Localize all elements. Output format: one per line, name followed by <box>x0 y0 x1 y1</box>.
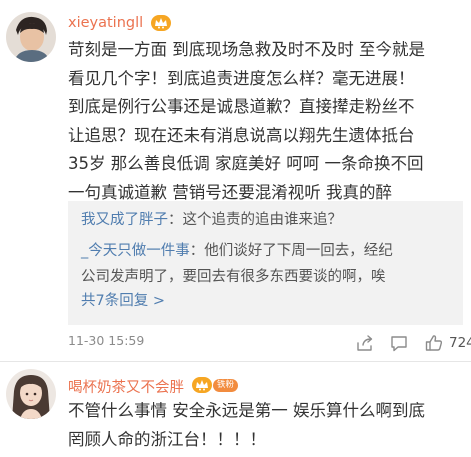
reply-box[interactable]: 我又成了胖子：这个追责的追由谁来追？ _今天只做一件事：他们谈好了下周一回去，经… <box>68 201 463 325</box>
comment-meta: 11-30 15:59 724 <box>68 333 471 353</box>
reply-nick[interactable]: 我又成了胖子 <box>81 212 168 228</box>
reply-text: 公司发声明了，要回去有很多东西要谈的啊，唉 <box>81 269 386 285</box>
avatar[interactable] <box>6 12 56 62</box>
fan-tag: 铁粉 <box>213 378 239 392</box>
comment-body-line: 让追思？现在还未有消息说高以翔先生遗体抵台 <box>68 125 415 145</box>
comment-body-line: 罔顾人命的浙江台！！！！ <box>68 429 266 449</box>
comment-icon <box>391 336 407 352</box>
fan-badge[interactable]: 铁粉 <box>192 377 239 393</box>
vip-crown-icon <box>192 377 212 393</box>
reply-text: ：他们谈好了下周一回去，经纪 <box>189 243 393 259</box>
comment-body-line: 到底是例行公事还是诚恳道歉？直接撵走粉丝不 <box>68 97 415 116</box>
comment-button[interactable] <box>389 333 409 353</box>
comment-body: 不管什么事情 安全永远是第一 娱乐算什么啊到底 罔顾人命的浙江台！！！！ <box>68 397 463 454</box>
reply-nick[interactable]: _今天只做一件事 <box>81 243 190 259</box>
comment-body-line: 看见几个字！到底追责进度怎么样？毫无进展！ <box>68 68 415 88</box>
vip-badge[interactable] <box>151 15 171 31</box>
share-button[interactable] <box>355 333 375 353</box>
like-icon <box>425 335 443 351</box>
comment-username[interactable]: xieyatingll <box>68 15 143 31</box>
comment-body-line: 35岁 那么善良低调 家庭美好 呵呵 一条命换不回 <box>68 154 424 173</box>
avatar[interactable] <box>6 369 56 419</box>
comment-divider <box>0 361 471 362</box>
comment-body-line: 苛刻是一方面 到底现场急救及时不及时 至今就是 <box>68 40 425 59</box>
comment-body-line: 不管什么事情 安全永远是第一 娱乐算什么啊到底 <box>68 401 425 420</box>
comment-username[interactable]: 喝杯奶茶又不会胖 <box>68 376 184 397</box>
like-count: 724 <box>449 335 471 351</box>
more-replies-link[interactable]: 共7条回复 > <box>81 289 165 310</box>
vip-crown-icon <box>151 15 171 31</box>
reply-item[interactable]: 我又成了胖子：这个追责的追由谁来追？ <box>81 207 342 233</box>
comment-time: 11-30 15:59 <box>68 333 145 348</box>
reply-item[interactable]: _今天只做一件事：他们谈好了下周一回去，经纪 公司发声明了，要回去有很多东西要谈… <box>81 238 393 290</box>
share-icon <box>357 335 373 351</box>
like-button[interactable]: 724 <box>424 333 471 353</box>
reply-text: ：这个追责的追由谁来追？ <box>168 212 342 228</box>
comment-body: 苛刻是一方面 到底现场急救及时不及时 至今就是 看见几个字！到底追责进度怎么样？… <box>68 36 463 207</box>
